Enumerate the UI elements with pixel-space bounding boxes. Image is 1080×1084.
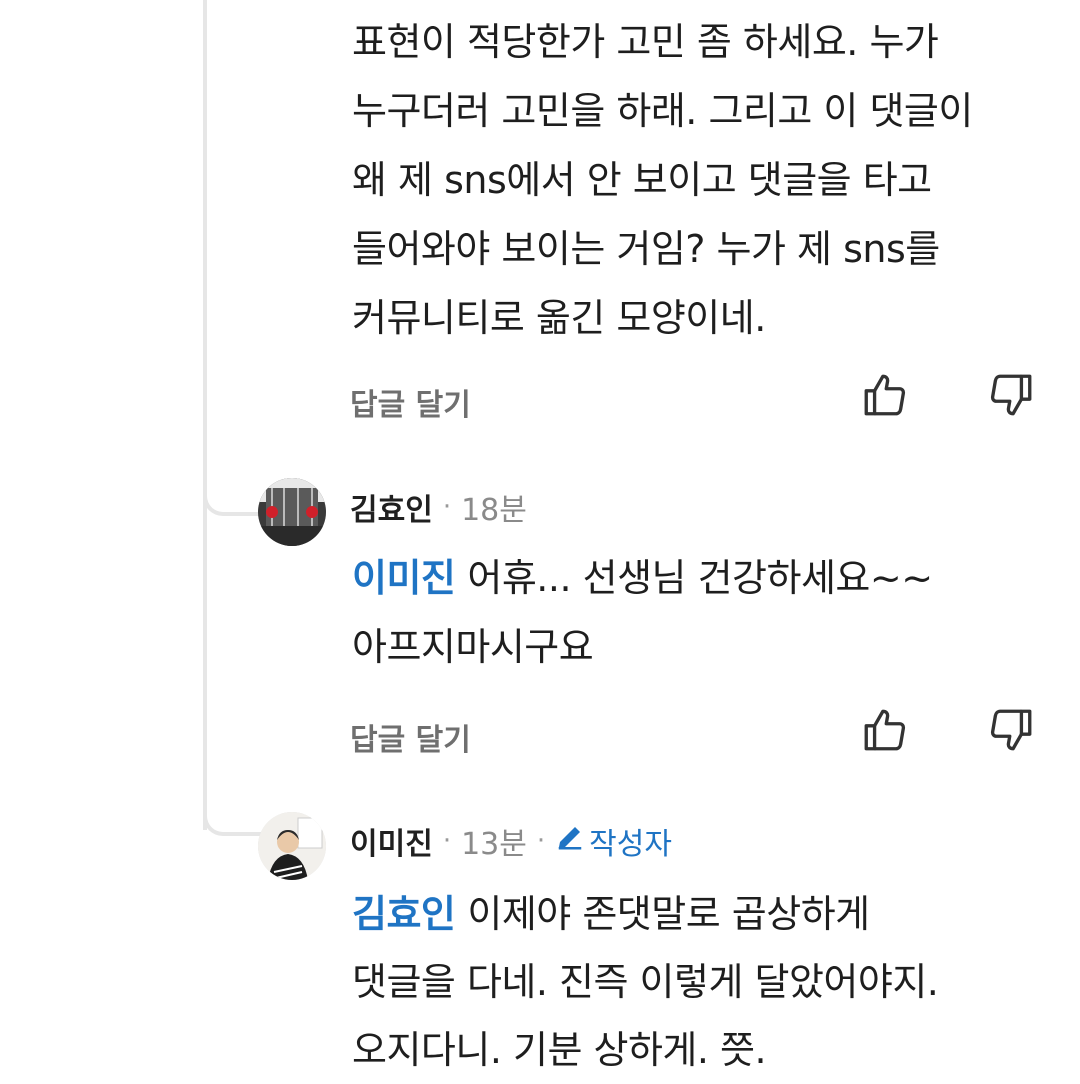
- thumbs-down-icon[interactable]: [986, 370, 1042, 426]
- comment-text: 김효인 이제야 존댓말로 곱상하게 댓글을 다네. 진즉 이렇게 달았어야지. 오…: [352, 880, 1050, 1084]
- writer-badge-label: 작성자: [589, 827, 672, 862]
- mention-link[interactable]: 김효인: [352, 892, 456, 936]
- comment-line: 왜 제 sns에서 안 보이고 댓글을 타고: [352, 158, 932, 202]
- author-name[interactable]: 김효인: [350, 485, 433, 529]
- comment-meta: 김효인 · 18분: [350, 482, 527, 532]
- reply-button[interactable]: 답글 달기: [350, 715, 471, 759]
- comment-meta: 이미진 · 13분 · 작성자: [350, 816, 672, 866]
- comment-line: 커뮤니티로 옮긴 모양이네.: [352, 296, 766, 340]
- mention-link[interactable]: 이미진: [352, 556, 456, 600]
- thumbs-up-icon[interactable]: [860, 370, 916, 426]
- comment-line: 표현이 적당한가 고민 좀 하세요. 누가: [352, 20, 939, 64]
- meta-separator: ·: [536, 826, 546, 856]
- thumbs-up-icon[interactable]: [860, 705, 916, 761]
- comment-actions: 답글 달기: [350, 705, 1040, 765]
- pencil-icon: [555, 822, 589, 860]
- author-name[interactable]: 이미진: [350, 819, 433, 863]
- thumbs-down-icon[interactable]: [986, 705, 1042, 761]
- meta-separator: ·: [442, 826, 452, 856]
- avatar[interactable]: [258, 478, 326, 546]
- comment-actions: 답글 달기: [350, 370, 1040, 430]
- comment-line: 들어와야 보이는 거임? 누가 제 sns를: [352, 227, 940, 271]
- avatar[interactable]: [258, 812, 326, 880]
- timestamp: 13분: [461, 827, 527, 862]
- comment-text: 이미진 어휴... 선생님 건강하세요~~ 아프지마시구요: [352, 544, 1050, 682]
- reply-button[interactable]: 답글 달기: [350, 380, 471, 424]
- comment-body: 표현이 적당한가 고민 좀 하세요. 누가 누구더러 고민을 하래. 그리고 이…: [352, 8, 1050, 353]
- writer-badge: 작성자: [555, 819, 672, 863]
- comment-line: 누구더러 고민을 하래. 그리고 이 댓글이: [352, 89, 973, 133]
- meta-separator: ·: [442, 492, 452, 522]
- thread-line: [203, 0, 207, 830]
- comment-body: 이미진 어휴... 선생님 건강하세요~~ 아프지마시구요: [352, 544, 1050, 682]
- timestamp: 18분: [461, 493, 527, 528]
- comment-body: 김효인 이제야 존댓말로 곱상하게 댓글을 다네. 진즉 이렇게 달았어야지. 오…: [352, 880, 1050, 1084]
- thread-branch: [203, 810, 267, 836]
